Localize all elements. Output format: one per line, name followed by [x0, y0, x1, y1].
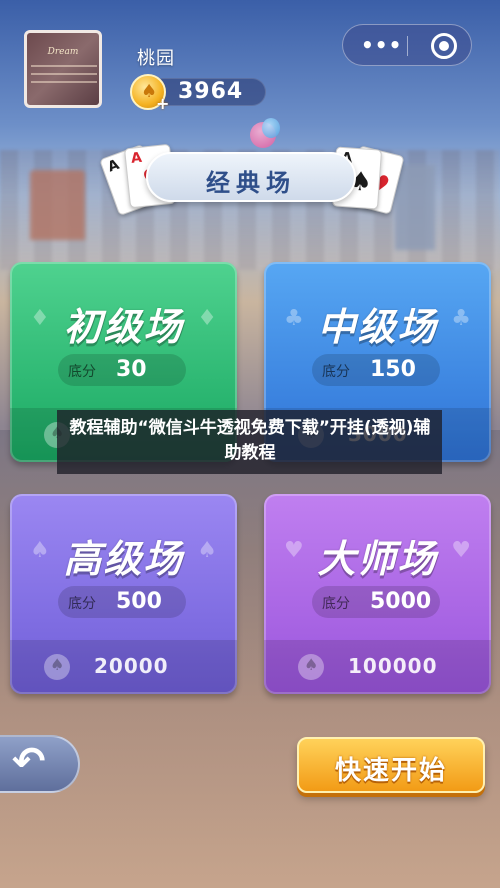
entry-requirement: ♠ 20000 [10, 640, 237, 694]
entry-value: 100000 [348, 654, 438, 678]
entry-value: 20000 [94, 654, 169, 678]
avatar-text-line [31, 65, 97, 67]
base-score-label: 底分 [68, 364, 96, 380]
coin-balance: 3964 [178, 79, 244, 104]
avatar-title: Dream [47, 47, 79, 57]
room-title: 中级场 [317, 305, 438, 349]
caption-text: 教程辅助“微信斗牛透视免费下载”开挂(透视)辅助教程 [69, 418, 431, 463]
quick-start-button[interactable]: 快速开始 [297, 737, 485, 793]
close-target-icon[interactable] [431, 33, 457, 59]
room-title: 高级场 [63, 537, 184, 581]
caption-overlay: 教程辅助“微信斗牛透视免费下载”开挂(透视)辅助教程 [57, 410, 442, 474]
quick-start-label: 快速开始 [334, 756, 447, 786]
room-master[interactable]: ♥ ♥ 大师场 底分 5000 ♠ 100000 [264, 494, 491, 694]
balloon-decoration [262, 118, 280, 138]
base-score-pill: 底分 5000 [312, 586, 440, 618]
background-building [395, 165, 435, 250]
add-coins-button[interactable]: ♠ + [130, 74, 170, 113]
plus-icon: + [156, 94, 170, 113]
mode-banner: 经典场 [146, 152, 356, 202]
mode-title: 经典场 [206, 169, 296, 197]
more-dots-icon[interactable]: ••• [361, 33, 402, 57]
spade-coin-icon: ♠ [298, 654, 324, 680]
avatar-text-line [31, 73, 97, 75]
background-tower [30, 170, 85, 240]
base-score-value: 500 [116, 589, 162, 614]
entry-requirement: ♠ 100000 [264, 640, 491, 694]
base-score-label: 底分 [322, 364, 350, 380]
room-title: 大师场 [317, 537, 438, 581]
username: 桃园 [137, 48, 175, 69]
base-score-pill: 底分 150 [312, 354, 440, 386]
room-title: 初级场 [63, 305, 184, 349]
base-score-pill: 底分 30 [58, 354, 186, 386]
base-score-label: 底分 [68, 596, 96, 612]
spade-coin-icon: ♠ [44, 654, 70, 680]
back-arrow-icon: ↶ [12, 739, 46, 785]
avatar[interactable]: Dream [24, 30, 102, 108]
base-score-value: 150 [370, 357, 416, 382]
mini-program-capsule: ••• [342, 24, 472, 66]
room-advanced[interactable]: ♠ ♠ 高级场 底分 500 ♠ 20000 [10, 494, 237, 694]
base-score-value: 30 [116, 357, 147, 382]
base-score-pill: 底分 500 [58, 586, 186, 618]
back-button[interactable]: ↶ [0, 735, 80, 793]
avatar-text-line [31, 81, 97, 83]
base-score-label: 底分 [322, 596, 350, 612]
capsule-divider [407, 36, 408, 56]
spade-coin-icon: ♠ [141, 81, 158, 102]
base-score-value: 5000 [370, 589, 432, 614]
